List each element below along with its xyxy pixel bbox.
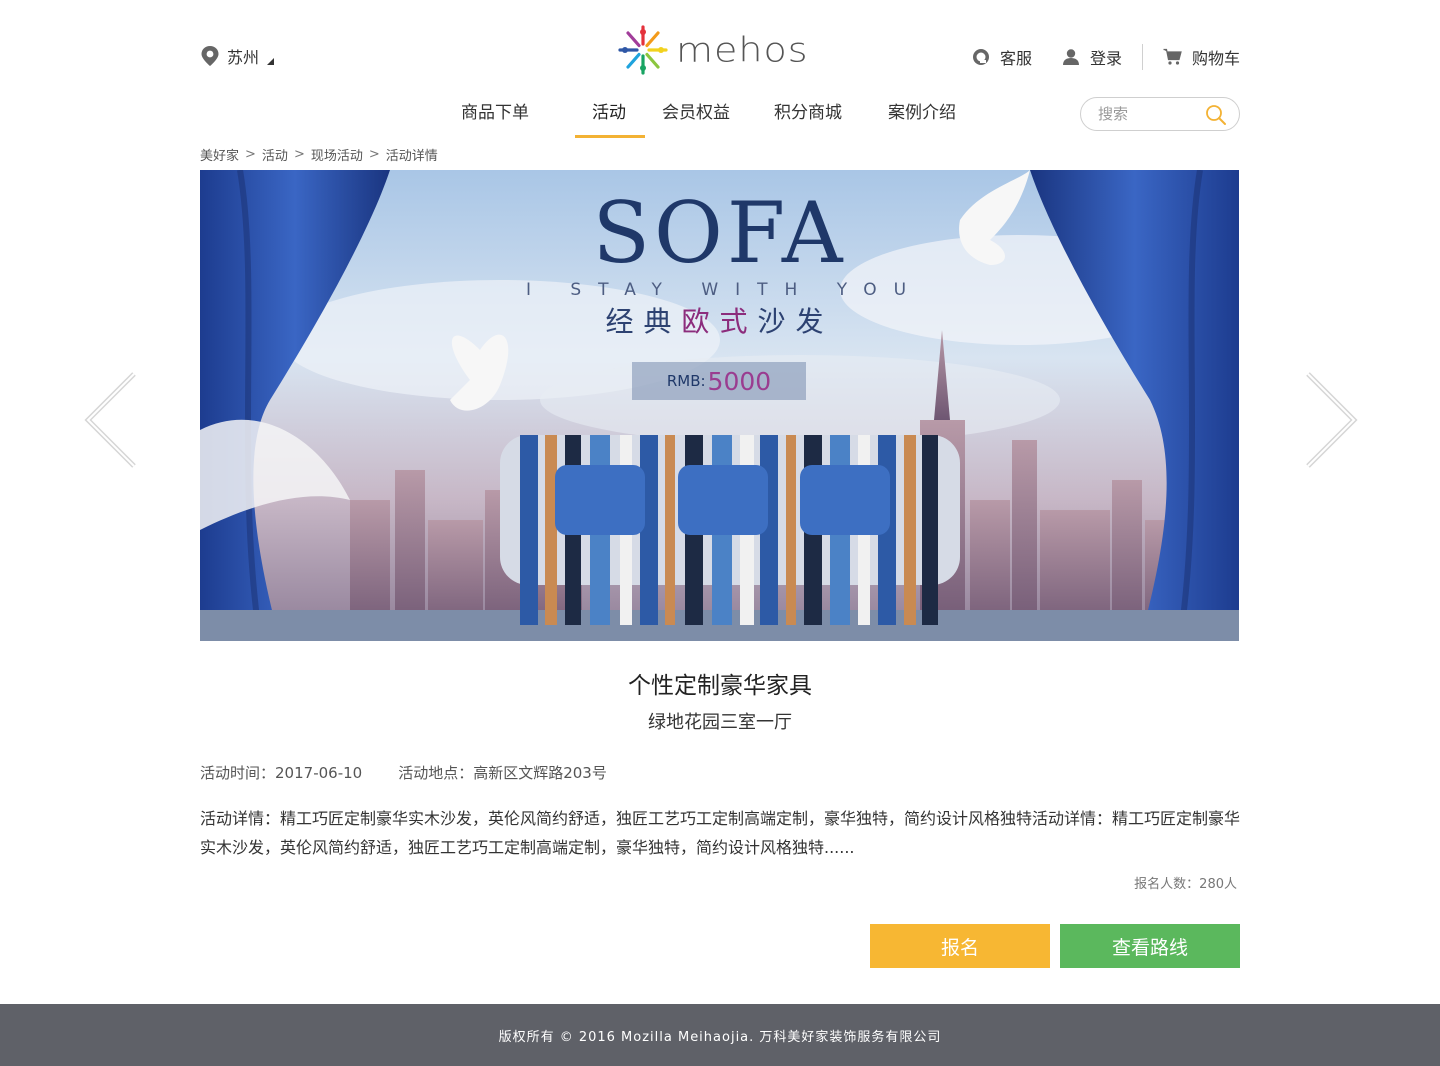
activity-time-label: 活动时间： <box>200 764 276 782</box>
activity-description: 活动详情：精工巧匠定制豪华实木沙发，英伦风简约舒适，独匠工艺巧工定制高端定制，豪… <box>200 809 1241 857</box>
breadcrumb-home[interactable]: 美好家 <box>200 145 239 164</box>
breadcrumb-separator: > <box>368 147 380 162</box>
logo[interactable]: mehos <box>616 22 828 78</box>
cart-link[interactable]: 购物车 <box>1163 45 1240 69</box>
signup-button[interactable]: 报名 <box>870 924 1050 968</box>
activity-time-value: 2017-06-10 <box>275 764 363 782</box>
banner-price-tag: RMB: 5000 <box>632 362 806 400</box>
city-label: 苏州 <box>227 48 260 67</box>
user-icon <box>1062 49 1079 65</box>
breadcrumb-separator: > <box>293 147 305 162</box>
nav-divider <box>1141 44 1143 70</box>
activity-place-label: 活动地点： <box>398 764 474 782</box>
banner-cn-title-part: 经典 <box>605 305 682 338</box>
logo-mark-icon <box>618 25 668 75</box>
city-selector[interactable]: 苏州 <box>200 44 275 68</box>
banner-tagline: I STAY WITH YOU <box>525 280 924 300</box>
logo-text: mehos <box>676 30 809 70</box>
nav-item-cases[interactable]: 案例介绍 <box>888 98 956 123</box>
top-utility-nav: 客服 登录 购物车 <box>972 44 1240 70</box>
banner-cn-title-part: 沙发 <box>757 305 834 338</box>
activity-time: 活动时间：2017-06-10 <box>200 762 362 783</box>
breadcrumb-onsite-activity[interactable]: 现场活动 <box>311 145 363 164</box>
signup-count: 报名人数：280人 <box>1134 877 1237 892</box>
location-pin-icon <box>201 46 219 66</box>
search-icon[interactable] <box>1205 104 1227 126</box>
login-label: 登录 <box>1089 49 1122 68</box>
activity-meta: 活动时间：2017-06-10 活动地点：高新区文辉路203号 <box>200 762 607 783</box>
nav-item-points-mall[interactable]: 积分商城 <box>774 98 842 123</box>
nav-item-activity[interactable]: 活动 <box>592 98 626 123</box>
search-input[interactable] <box>1098 105 1202 123</box>
headset-icon <box>972 49 989 65</box>
activity-banner[interactable]: SOFA I STAY WITH YOU 经典欧式沙发 RMB: 5000 <box>200 170 1239 641</box>
breadcrumb-activity[interactable]: 活动 <box>262 145 288 164</box>
price-value: 5000 <box>707 366 772 396</box>
breadcrumb-separator: > <box>245 147 256 162</box>
caret-down-icon <box>267 57 275 65</box>
view-route-button[interactable]: 查看路线 <box>1060 924 1240 968</box>
breadcrumb-current: 活动详情 <box>385 149 438 164</box>
chevron-right-icon[interactable] <box>1300 370 1360 470</box>
banner-cn-title: 经典欧式沙发 <box>200 300 1239 340</box>
nav-item-membership[interactable]: 会员权益 <box>662 98 730 123</box>
cart-icon <box>1163 48 1182 65</box>
banner-cn-title-highlight: 欧式 <box>681 305 758 338</box>
nav-active-indicator <box>575 135 645 138</box>
cart-label: 购物车 <box>1191 49 1240 68</box>
customer-service-label: 客服 <box>999 49 1032 68</box>
footer-copyright: 版权所有 © 2016 Mozilla Meihaojia. 万科美好家装饰服务… <box>498 1029 942 1045</box>
nav-item-order[interactable]: 商品下单 <box>461 98 529 123</box>
activity-place-value: 高新区文辉路203号 <box>473 764 607 782</box>
search-box <box>1080 97 1240 131</box>
login-link[interactable]: 登录 <box>1062 45 1122 69</box>
banner-title: SOFA <box>592 184 847 282</box>
breadcrumb: 美好家 > 活动 > 现场活动 > 活动详情 <box>200 145 438 164</box>
chevron-left-icon[interactable] <box>82 370 142 470</box>
activity-title: 个性定制豪华家具 <box>628 673 812 699</box>
activity-place: 活动地点：高新区文辉路203号 <box>398 762 607 783</box>
activity-subtitle: 绿地花园三室一厅 <box>648 712 792 733</box>
customer-service-link[interactable]: 客服 <box>972 45 1032 69</box>
footer: 版权所有 © 2016 Mozilla Meihaojia. 万科美好家装饰服务… <box>0 1004 1440 1066</box>
price-prefix: RMB: <box>666 372 706 390</box>
